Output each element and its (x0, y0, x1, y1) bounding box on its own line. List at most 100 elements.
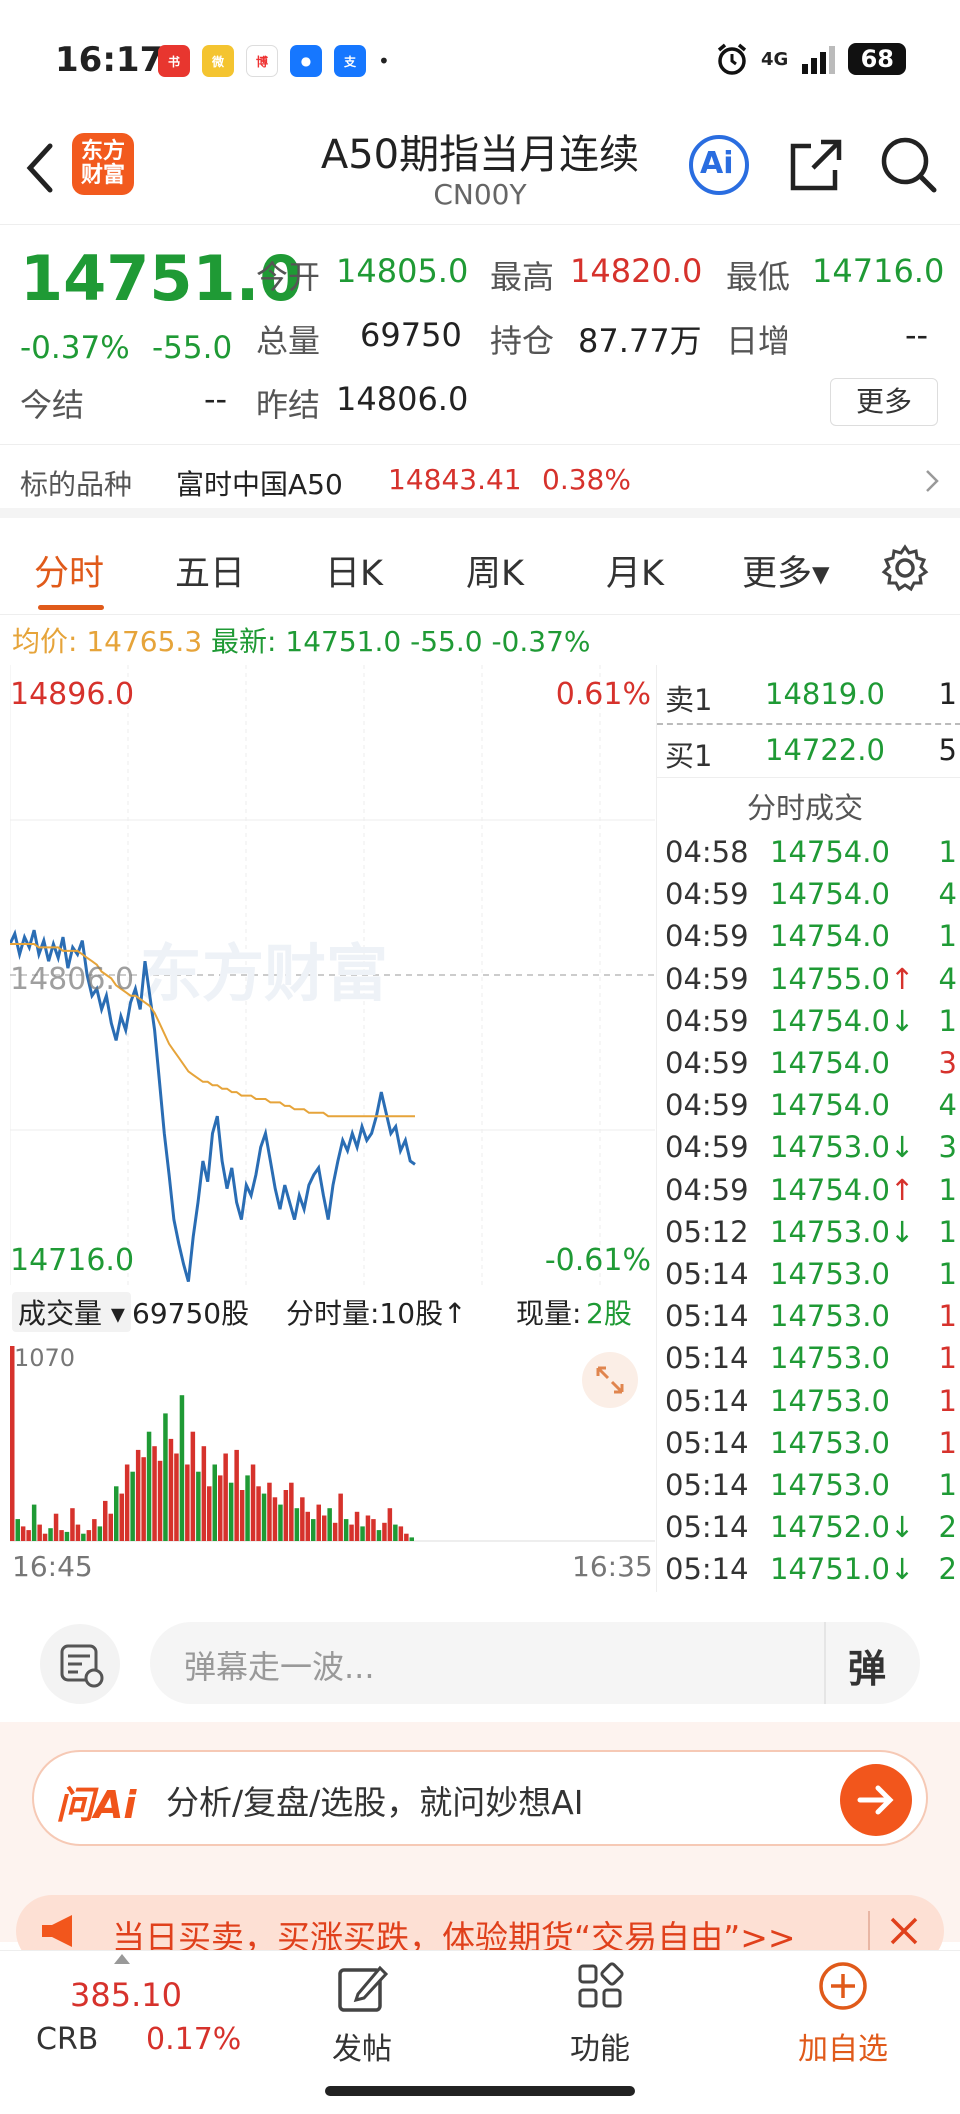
ai-ask-box[interactable]: 问Ai 分析/复盘/选股，就问妙想AI (32, 1750, 928, 1846)
chart-mid-price: 14806.0 (10, 962, 135, 997)
arrow-down-icon: ↓ (889, 1552, 915, 1587)
volume-bar (37, 1524, 42, 1541)
tick-time: 05:12 (665, 1214, 749, 1249)
danmu-settings-button[interactable] (40, 1624, 120, 1704)
crb-name[interactable]: CRB (36, 2022, 98, 2057)
order-book: 卖1 14819.0 1 买1 14722.0 5 分时成交 04:58 1475… (656, 665, 960, 1595)
tab-weekly-k[interactable]: 周K (466, 545, 524, 596)
volume-bar (261, 1493, 267, 1541)
notification-icons: 书 微 博 ● 支 • (158, 45, 390, 77)
tick-price: 14754.0 (770, 1046, 890, 1080)
crb-value[interactable]: 385.10 (70, 1976, 182, 2014)
expand-button[interactable] (582, 1352, 638, 1408)
tick-row: 05:12 14753.0↓ 1 (665, 1215, 960, 1255)
underlying-row[interactable]: 标的品种 富时中国A50 14843.41 0.38% (0, 448, 960, 518)
tab-monthly-k[interactable]: 月K (606, 545, 664, 596)
crb-change[interactable]: 0.17% (146, 2022, 241, 2057)
nav-post-label: 发帖 (332, 2032, 392, 2067)
tick-volume: 1 (938, 919, 957, 954)
tick-volume: 2 (938, 1510, 957, 1545)
tick-price: 14753.0↓ (770, 1130, 915, 1165)
share-icon[interactable] (785, 134, 847, 196)
danmu-placeholder: 弹幕走一波... (184, 1648, 375, 1686)
volume-bar (354, 1511, 360, 1541)
danmu-bar: 弹幕走一波... 弹 (0, 1592, 960, 1722)
tick-row: 04:58 14754.0 1 (665, 835, 960, 875)
volume-bar (338, 1493, 343, 1541)
close-icon[interactable] (888, 1915, 920, 1947)
volume-selector[interactable]: 成交量 ▾ (12, 1292, 131, 1332)
nav-functions[interactable]: 功能 (560, 1960, 640, 2068)
book-divider-2 (657, 777, 960, 778)
volume-bar (179, 1395, 185, 1541)
search-icon[interactable] (878, 134, 940, 196)
volume-bar (360, 1526, 365, 1541)
tick-volume: 4 (938, 961, 957, 996)
tick-time: 04:58 (665, 835, 749, 869)
danmu-toggle[interactable]: 弹 (848, 1638, 886, 1693)
volume-bar (371, 1519, 376, 1541)
volume-bar (124, 1464, 130, 1541)
volume-bar (311, 1519, 316, 1541)
buy1-label: 买1 (665, 739, 713, 773)
volume-bar (245, 1475, 250, 1541)
status-right: 4G 68 (715, 42, 907, 76)
danmu-divider (824, 1622, 826, 1704)
volume-bar (305, 1511, 310, 1541)
settings-gear-icon[interactable] (880, 543, 930, 593)
high-label: 最高 (490, 258, 555, 296)
change-pct: -0.37% (20, 330, 130, 366)
volume-bar (289, 1482, 294, 1541)
volume-bar (119, 1493, 124, 1541)
tick-volume: 1 (938, 1299, 957, 1334)
ai-prompt: 分析/复盘/选股，就问妙想AI (166, 1783, 584, 1822)
volume-bar (75, 1524, 81, 1541)
settle-label: 今结 (20, 386, 85, 424)
tick-price: 14753.0 (770, 1425, 890, 1460)
header: 东方 财富 A50期指当月连续 CN00Y Ai (0, 110, 960, 225)
latest-change-pct: -0.37% (491, 625, 591, 658)
tab-daily-k[interactable]: 日K (325, 545, 383, 596)
volume-now: 2股 (586, 1297, 632, 1330)
tab-more[interactable]: 更多▾ (742, 545, 830, 596)
tick-volume: 1 (938, 1425, 957, 1460)
tick-time: 04:59 (665, 1046, 749, 1080)
tick-price: 14754.0↓ (770, 1003, 915, 1038)
chart-top-price: 14896.0 (10, 677, 135, 712)
intraday-chart[interactable]: 东方财富 14896.0 0.61% 14806.0 14716.0 -0.61… (8, 665, 655, 1285)
nav-add-watchlist[interactable]: 加自选 (788, 1960, 898, 2068)
ai-button[interactable]: Ai (688, 134, 750, 196)
volume-bar (130, 1471, 135, 1541)
ai-go-button[interactable] (840, 1764, 912, 1836)
volume-bar (294, 1508, 300, 1541)
arrow-down-icon: ↓ (889, 1510, 915, 1545)
tick-price: 14754.0↑ (770, 1172, 915, 1207)
danmu-input[interactable]: 弹幕走一波... 弹 (150, 1622, 920, 1704)
tick-time: 05:14 (665, 1468, 749, 1502)
volume-bar (349, 1524, 354, 1541)
volume-bar (365, 1515, 371, 1541)
volume-bar (64, 1531, 70, 1541)
volume-bar (59, 1530, 64, 1541)
tick-volume: 2 (938, 1552, 957, 1587)
tab-five-day[interactable]: 五日 (175, 545, 245, 596)
arrow-right-icon (857, 1785, 894, 1815)
volume-bar (250, 1464, 256, 1541)
chevron-right-icon (926, 470, 939, 492)
status-time: 16:17 (55, 40, 164, 80)
arrow-down-icon: ↓ (889, 1214, 915, 1249)
volume-bar (103, 1500, 108, 1541)
tick-volume: 3 (938, 1130, 957, 1165)
tab-intraday[interactable]: 分时 (34, 545, 104, 596)
nav-post[interactable]: 发帖 (322, 1960, 402, 2068)
tick-time: 04:59 (665, 1088, 749, 1123)
tick-time: 05:14 (665, 1299, 749, 1334)
low-value: 14716.0 (812, 252, 945, 290)
tick-volume: 1 (938, 1257, 957, 1291)
volume-bar (53, 1513, 59, 1541)
more-button[interactable]: 更多 (830, 378, 938, 426)
tick-row: 05:14 14753.0 1 (665, 1468, 960, 1508)
volume-bar (92, 1519, 97, 1541)
tick-row: 04:59 14754.0 1 (665, 919, 960, 959)
volume-bar (146, 1431, 152, 1541)
